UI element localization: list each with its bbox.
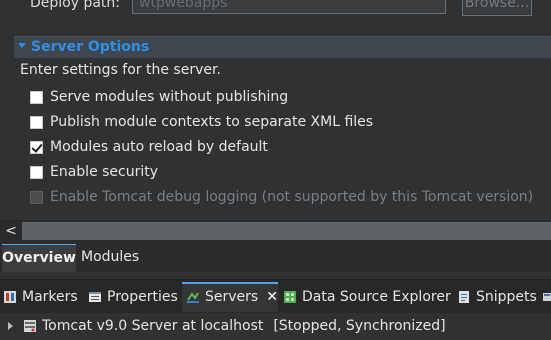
checkbox-label: Publish module contexts to separate XML … — [50, 114, 374, 130]
server-status: [Stopped, Synchronized] — [273, 318, 446, 334]
view-tab-markers[interactable]: Markers — [3, 286, 78, 308]
browse-button[interactable]: Browse... — [462, 0, 532, 16]
checkbox[interactable] — [30, 165, 43, 179]
server-options-title-text: Server Options — [31, 39, 150, 55]
checkbox-label: Enable Tomcat debug logging (not support… — [50, 189, 534, 205]
checkbox[interactable] — [30, 115, 43, 129]
deploy-path-label: Deploy path: — [30, 0, 121, 11]
view-tab-label: Snippets — [476, 289, 537, 305]
scroll-left-arrow-icon[interactable]: < — [0, 220, 22, 242]
view-tab-label: Servers — [205, 289, 259, 305]
checkbox-label: Serve modules without publishing — [50, 89, 289, 105]
option-enable-tomcat-debug-logging: Enable Tomcat debug logging (not support… — [30, 186, 533, 208]
properties-icon — [88, 290, 102, 304]
scrollbar-thumb[interactable] — [22, 222, 551, 240]
checkbox-label: Enable security — [50, 164, 159, 180]
tab-overview[interactable]: Overview — [2, 244, 76, 272]
server-options-description: Enter settings for the server. — [20, 62, 221, 78]
checkbox-checked[interactable] — [30, 140, 43, 154]
servers-icon — [186, 290, 200, 304]
view-tab-label: Properties — [107, 289, 178, 305]
tab-modules[interactable]: Modules — [81, 244, 139, 272]
view-tab-data-source-explorer[interactable]: Data Source Explorer — [283, 286, 451, 308]
markers-icon — [3, 290, 17, 304]
option-enable-security[interactable]: Enable security — [30, 161, 158, 183]
checkbox-label: Modules auto reload by default — [50, 139, 268, 155]
server-options-title[interactable]: Server Options — [18, 37, 149, 57]
server-row-tomcat[interactable]: Tomcat v9.0 Server at localhost [Stopped… — [8, 316, 446, 336]
snippets-icon — [457, 290, 471, 304]
data-source-explorer-icon — [283, 290, 297, 304]
deploy-path-field[interactable]: wtpwebapps — [132, 0, 446, 14]
view-tab-servers[interactable]: Servers ✕ — [186, 286, 278, 308]
view-tab-snippets[interactable]: Snippets — [457, 286, 537, 308]
option-publish-module-contexts[interactable]: Publish module contexts to separate XML … — [30, 111, 373, 133]
view-tab-label: Markers — [22, 289, 78, 305]
checkbox-disabled — [30, 190, 43, 204]
tomcat-server-icon — [23, 319, 37, 333]
view-overflow-icon[interactable] — [543, 291, 551, 303]
expand-arrow-icon[interactable] — [8, 322, 13, 330]
view-tab-properties[interactable]: Properties — [88, 286, 178, 308]
option-serve-modules-without-publishing[interactable]: Serve modules without publishing — [30, 86, 288, 108]
option-modules-auto-reload[interactable]: Modules auto reload by default — [30, 136, 268, 158]
checkbox[interactable] — [30, 90, 43, 104]
expand-arrow-icon — [18, 42, 26, 48]
view-tab-label: Data Source Explorer — [302, 289, 451, 305]
close-icon[interactable]: ✕ — [266, 289, 278, 305]
server-name: Tomcat v9.0 Server at localhost — [42, 318, 264, 334]
